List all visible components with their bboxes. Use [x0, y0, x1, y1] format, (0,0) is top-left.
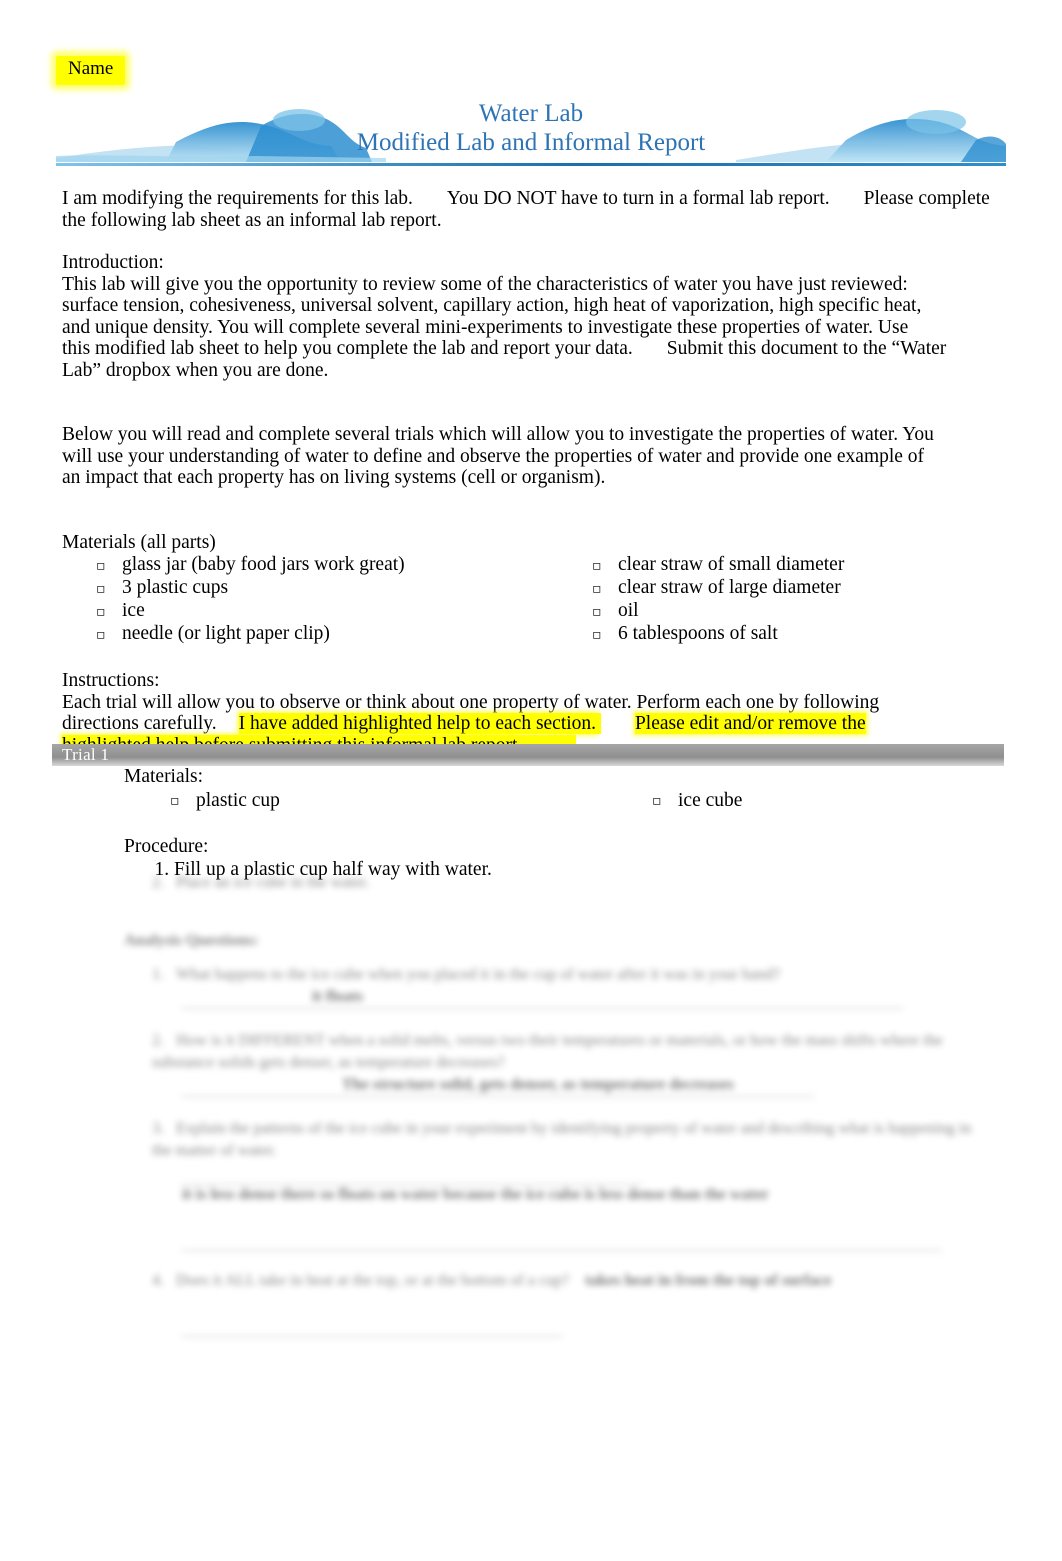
introduction-line-5: Lab” dropbox when you are done.: [62, 359, 329, 381]
answer-text: it is less dense there so floats on wate…: [182, 1186, 769, 1203]
page-title: Water Lab Modified Lab and Informal Repo…: [0, 100, 1062, 158]
instructions-highlight-1: I have added highlighted help to each se…: [238, 713, 597, 734]
analysis-question-1: 1. What happens to the ice cube when you…: [152, 966, 781, 983]
material-label: clear straw of large diameter: [618, 577, 841, 598]
introduction-line-1: This lab will give you the opportunity t…: [62, 273, 908, 295]
document-page: Name Water Lab Modified Lab and Informal…: [0, 0, 1062, 1561]
trial-material-item: ▫ plastic cup: [170, 790, 280, 812]
name-field[interactable]: Name: [56, 56, 126, 85]
modify-text-2: You DO NOT have to turn in a formal lab …: [446, 188, 830, 209]
material-label: oil: [618, 600, 639, 621]
trial-procedure-label: Procedure:: [124, 836, 209, 857]
procedure-step: Place an ice cube in the water.: [176, 874, 370, 891]
analysis-answer-1: it floats: [182, 986, 904, 1009]
bullet-icon: ▫: [96, 581, 106, 597]
instructions-plain: directions carefully.: [62, 713, 217, 734]
question-text: Does it ALL take in heat at the top, or …: [176, 1272, 570, 1289]
material-item: ▫ clear straw of large diameter: [592, 577, 844, 600]
analysis-answer-2: The structure solid, gets denser, as tem…: [182, 1074, 814, 1097]
instructions-line-2: directions carefully. I have added highli…: [62, 713, 992, 735]
introduction-line-2: surface tension, cohesiveness, universal…: [62, 295, 922, 316]
bullet-icon: ▫: [170, 793, 180, 809]
bullet-icon: ▫: [96, 627, 106, 643]
modify-text-1: I am modifying the requirements for this…: [62, 188, 413, 209]
procedure-step-2-blurred: 2. Place an ice cube in the water.: [152, 874, 370, 891]
material-label: 6 tablespoons of salt: [618, 623, 778, 644]
bullet-icon: ▫: [96, 604, 106, 620]
document-body: I am modifying the requirements for this…: [62, 188, 992, 756]
header-divider: [56, 163, 1006, 166]
question-text: How is it DIFFERENT when a solid melts, …: [152, 1032, 943, 1071]
materials-heading: Materials (all parts): [62, 531, 216, 553]
trial-material-label: ice cube: [678, 790, 743, 811]
introduction-label: Introduction:: [62, 252, 164, 273]
material-item: ▫ glass jar (baby food jars work great): [96, 554, 405, 577]
material-item: ▫ oil: [592, 600, 844, 623]
title-line-1: Water Lab: [478, 100, 584, 127]
analysis-question-2: 2. How is it DIFFERENT when a solid melt…: [152, 1032, 943, 1071]
bullet-icon: ▫: [652, 793, 662, 809]
question-text: What happens to the ice cube when you pl…: [176, 966, 781, 983]
material-item: ▫ 3 plastic cups: [96, 577, 405, 600]
below-line-3: an impact that each property has on livi…: [62, 467, 606, 488]
answer-text: The structure solid, gets denser, as tem…: [342, 1074, 734, 1097]
analysis-question-3: 3. Explain the patterns of the ice cube …: [152, 1120, 972, 1159]
material-label: ice: [122, 600, 145, 621]
bullet-icon: ▫: [592, 558, 602, 574]
below-line-2: will use your understanding of water to …: [62, 445, 925, 467]
introduction-line-4: this modified lab sheet to help you comp…: [62, 338, 992, 360]
introduction-line-4b: Submit this document to the “Water: [666, 338, 947, 359]
materials-column-right: ▫ clear straw of small diameter ▫ clear …: [592, 554, 844, 646]
trial-1-body: Materials: ▫ plastic cup ▫ ice cube Proc…: [124, 766, 1004, 881]
answer-underline: [182, 1314, 562, 1337]
material-item: ▫ needle (or light paper clip): [96, 623, 405, 646]
answer-text: takes heat in from the top of surface: [585, 1272, 832, 1289]
materials-lists: ▫ glass jar (baby food jars work great) …: [62, 554, 992, 650]
material-label: needle (or light paper clip): [122, 623, 330, 644]
material-label: 3 plastic cups: [122, 577, 229, 598]
bullet-icon: ▫: [592, 581, 602, 597]
material-item: ▫ ice: [96, 600, 405, 623]
bullet-icon: ▫: [592, 627, 602, 643]
trial-material-label: plastic cup: [196, 790, 280, 811]
material-label: glass jar (baby food jars work great): [122, 554, 405, 575]
answer-underline: [182, 1228, 942, 1251]
instructions-highlight-2: Please edit and/or remove the: [634, 713, 866, 734]
blurred-answers-region: 2. Place an ice cube in the water. Analy…: [124, 872, 1014, 1337]
bullet-icon: ▫: [96, 558, 106, 574]
bullet-icon: ▫: [592, 604, 602, 620]
material-item: ▫ clear straw of small diameter: [592, 554, 844, 577]
materials-column-left: ▫ glass jar (baby food jars work great) …: [96, 554, 405, 646]
introduction-line-4a: this modified lab sheet to help you comp…: [62, 338, 633, 359]
analysis-answer-3b: it is less dense there so floats on wate…: [182, 1184, 1002, 1206]
question-text: Explain the patterns of the ice cube in …: [152, 1120, 972, 1159]
instructions-heading: Instructions:: [62, 670, 160, 691]
material-label: clear straw of small diameter: [618, 554, 845, 575]
trial-materials-label: Materials:: [124, 766, 204, 787]
answer-text: it floats: [312, 986, 364, 1009]
title-line-2: Modified Lab and Informal Report: [356, 128, 706, 156]
trial-1-banner: Trial 1: [52, 744, 1004, 766]
analysis-answer-3: [182, 1162, 642, 1185]
trial-material-item: ▫ ice cube: [652, 790, 742, 812]
analysis-questions-label: Analysis Questions:: [124, 932, 259, 949]
trial-materials-row: ▫ plastic cup ▫ ice cube: [124, 790, 1004, 814]
analysis-question-4: 4. Does it ALL take in heat at the top, …: [152, 1272, 832, 1289]
material-item: ▫ 6 tablespoons of salt: [592, 623, 844, 646]
modify-paragraph: I am modifying the requirements for this…: [62, 188, 992, 231]
below-line-1: Below you will read and complete several…: [62, 424, 934, 445]
introduction-line-3: and unique density. You will complete se…: [62, 316, 909, 338]
instructions-line-1: Each trial will allow you to observe or …: [62, 691, 880, 713]
